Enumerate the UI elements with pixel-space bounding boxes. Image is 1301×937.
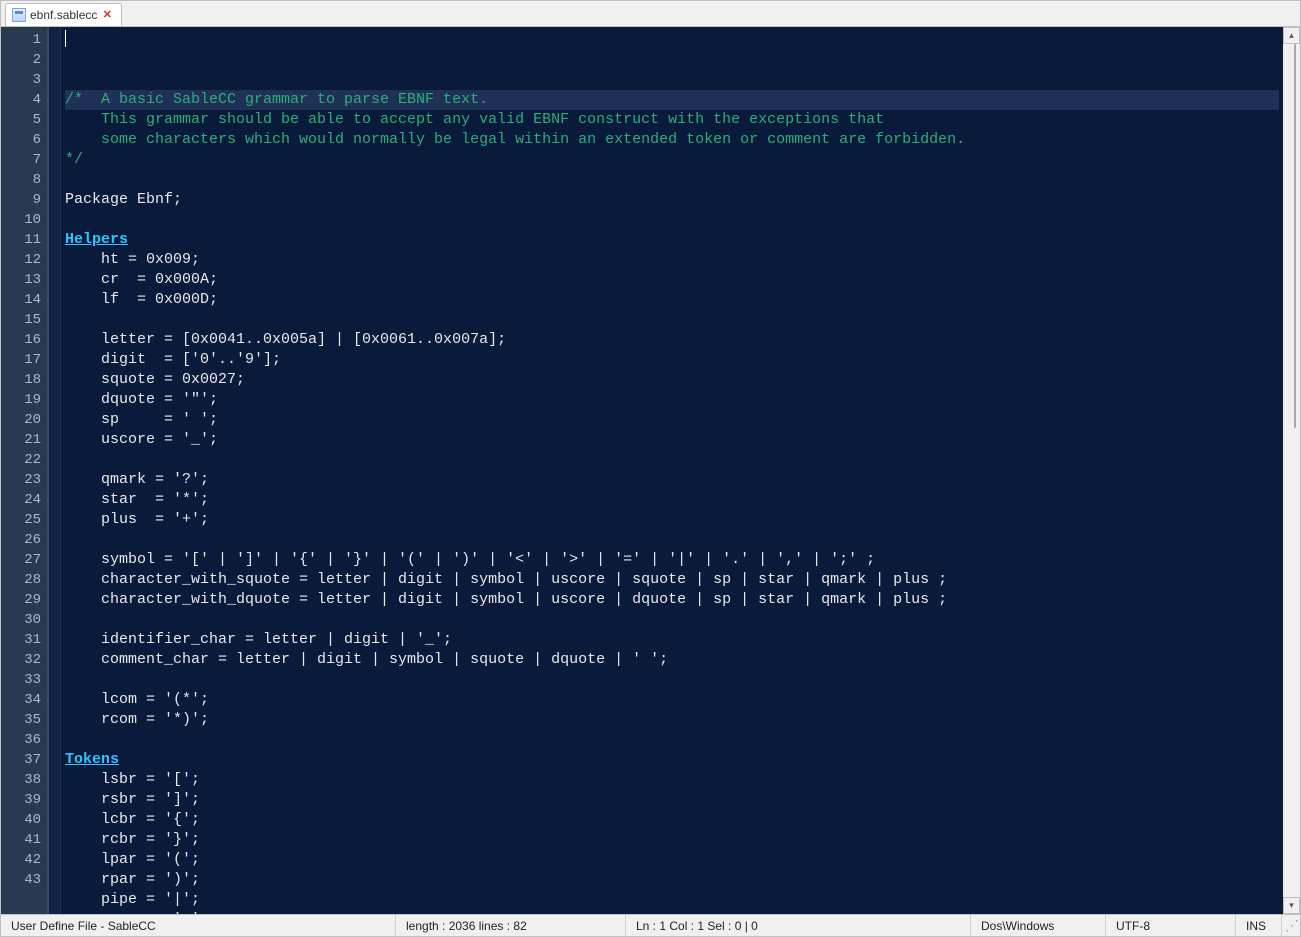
scroll-up-button[interactable]: ▴: [1283, 27, 1300, 44]
scroll-thumb[interactable]: [1294, 44, 1296, 428]
code-line[interactable]: comma = ',';: [65, 910, 1279, 914]
code-line[interactable]: [65, 530, 1279, 550]
code-line[interactable]: lsbr = '[';: [65, 770, 1279, 790]
code-line[interactable]: pipe = '|';: [65, 890, 1279, 910]
code-line[interactable]: [65, 210, 1279, 230]
file-icon: [12, 8, 26, 22]
scroll-down-button[interactable]: ▾: [1283, 897, 1300, 914]
code-line[interactable]: rsbr = ']';: [65, 790, 1279, 810]
code-line[interactable]: Helpers: [65, 230, 1279, 250]
code-line[interactable]: character_with_dquote = letter | digit |…: [65, 590, 1279, 610]
code-line[interactable]: letter = [0x0041..0x005a] | [0x0061..0x0…: [65, 330, 1279, 350]
code-line[interactable]: squote = 0x0027;: [65, 370, 1279, 390]
code-view[interactable]: /* A basic SableCC grammar to parse EBNF…: [61, 27, 1283, 914]
tab-bar: ebnf.sablecc ✕: [1, 1, 1300, 27]
code-line[interactable]: lpar = '(';: [65, 850, 1279, 870]
code-line[interactable]: */: [65, 150, 1279, 170]
code-line[interactable]: This grammar should be able to accept an…: [65, 110, 1279, 130]
code-line[interactable]: cr = 0x000A;: [65, 270, 1279, 290]
code-line[interactable]: star = '*';: [65, 490, 1279, 510]
vertical-scrollbar[interactable]: ▴ ▾: [1283, 27, 1300, 914]
code-line[interactable]: sp = ' ';: [65, 410, 1279, 430]
code-line[interactable]: lf = 0x000D;: [65, 290, 1279, 310]
fold-column: [49, 27, 61, 914]
code-line[interactable]: lcom = '(*';: [65, 690, 1279, 710]
status-length: length : 2036 lines : 82: [396, 915, 626, 936]
code-line[interactable]: rcom = '*)';: [65, 710, 1279, 730]
code-line[interactable]: plus = '+';: [65, 510, 1279, 530]
status-encoding: UTF-8: [1106, 915, 1236, 936]
tab-title: ebnf.sablecc: [30, 8, 97, 22]
text-caret: [65, 30, 66, 47]
code-line[interactable]: [65, 610, 1279, 630]
code-line[interactable]: qmark = '?';: [65, 470, 1279, 490]
close-icon[interactable]: ✕: [101, 9, 113, 21]
code-line[interactable]: symbol = '[' | ']' | '{' | '}' | '(' | '…: [65, 550, 1279, 570]
code-line[interactable]: [65, 730, 1279, 750]
code-line[interactable]: [65, 310, 1279, 330]
status-position: Ln : 1 Col : 1 Sel : 0 | 0: [626, 915, 971, 936]
code-line[interactable]: rpar = ')';: [65, 870, 1279, 890]
code-line[interactable]: ht = 0x009;: [65, 250, 1279, 270]
code-line[interactable]: comment_char = letter | digit | symbol |…: [65, 650, 1279, 670]
status-language: User Define File - SableCC: [1, 915, 396, 936]
tab-ebnf[interactable]: ebnf.sablecc ✕: [5, 3, 122, 26]
code-line[interactable]: dquote = '"';: [65, 390, 1279, 410]
code-line[interactable]: digit = ['0'..'9'];: [65, 350, 1279, 370]
code-line[interactable]: [65, 170, 1279, 190]
code-line[interactable]: /* A basic SableCC grammar to parse EBNF…: [65, 90, 1279, 110]
code-line[interactable]: [65, 670, 1279, 690]
resize-grip-icon[interactable]: ⋰: [1282, 917, 1300, 934]
code-line[interactable]: lcbr = '{';: [65, 810, 1279, 830]
code-line[interactable]: some characters which would normally be …: [65, 130, 1279, 150]
status-insert-mode: INS: [1236, 915, 1282, 936]
line-number-gutter: 1234567891011121314151617181920212223242…: [1, 27, 49, 914]
status-eol: Dos\Windows: [971, 915, 1106, 936]
code-line[interactable]: Tokens: [65, 750, 1279, 770]
status-bar: User Define File - SableCC length : 2036…: [1, 914, 1300, 936]
code-line[interactable]: rcbr = '}';: [65, 830, 1279, 850]
editor-window: ebnf.sablecc ✕ 1234567891011121314151617…: [0, 0, 1301, 937]
code-line[interactable]: character_with_squote = letter | digit |…: [65, 570, 1279, 590]
code-line[interactable]: uscore = '_';: [65, 430, 1279, 450]
editor-area: 1234567891011121314151617181920212223242…: [1, 27, 1300, 914]
code-line[interactable]: Package Ebnf;: [65, 190, 1279, 210]
code-line[interactable]: identifier_char = letter | digit | '_';: [65, 630, 1279, 650]
code-line[interactable]: [65, 450, 1279, 470]
